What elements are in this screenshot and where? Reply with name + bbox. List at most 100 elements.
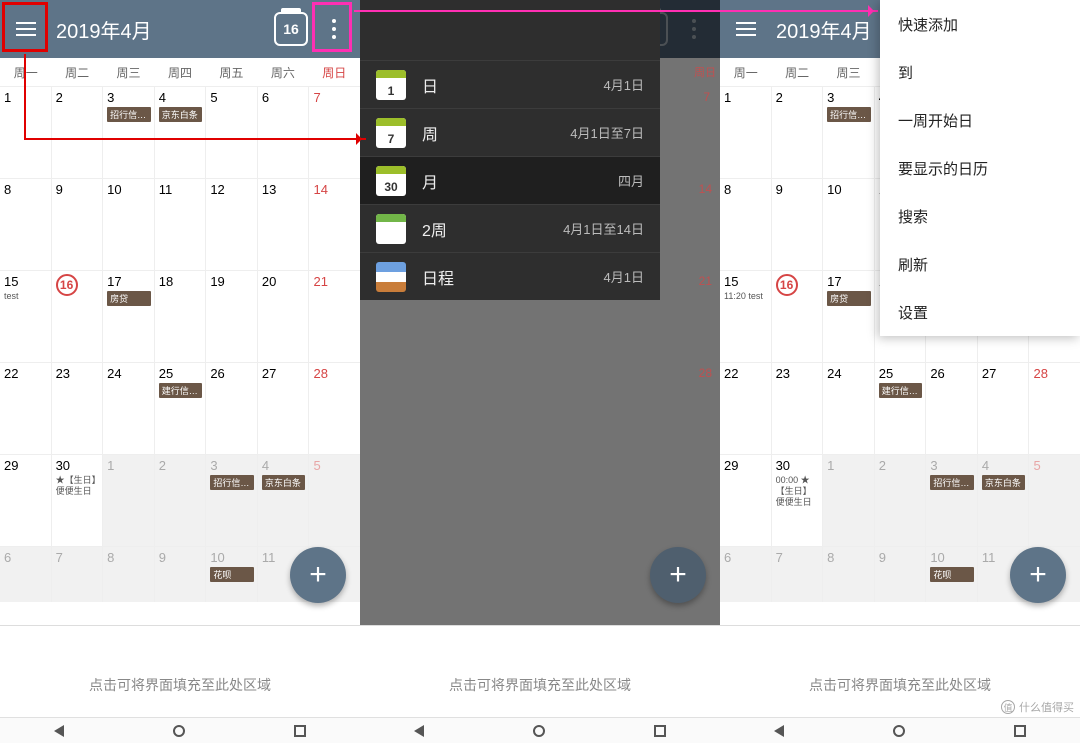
drawer-item-week[interactable]: 7 周 4月1日至7日 (360, 108, 660, 156)
day-cell[interactable]: 24 (823, 362, 875, 454)
day-cell[interactable]: 4京东白条 (978, 454, 1030, 546)
drawer-item-twoweek[interactable]: 2周 4月1日至14日 (360, 204, 660, 252)
nav-home-icon[interactable] (173, 725, 185, 737)
nav-recent-icon[interactable] (294, 725, 306, 737)
nav-home-icon[interactable] (533, 725, 545, 737)
drawer-item-day[interactable]: 1 日 4月1日 (360, 60, 660, 108)
fab-add-button[interactable]: + (290, 547, 346, 603)
day-cell[interactable]: 17房贷 (823, 270, 875, 362)
nav-home-icon[interactable] (893, 725, 905, 737)
event-chip[interactable]: 招行信用卡 (827, 107, 871, 122)
day-cell[interactable]: 18 (155, 270, 207, 362)
day-cell[interactable]: 3招行信用卡 (926, 454, 978, 546)
day-cell[interactable]: 4京东白条 (258, 454, 310, 546)
day-cell[interactable]: 3招行信用卡 (206, 454, 258, 546)
day-cell[interactable]: 10花呗 (206, 546, 258, 602)
nav-back-icon[interactable] (774, 725, 784, 737)
day-cell[interactable]: 1 (103, 454, 155, 546)
day-cell-today[interactable]: 16 (52, 270, 104, 362)
event-chip[interactable]: 招行信用卡 (210, 475, 254, 490)
day-cell[interactable]: 20 (258, 270, 310, 362)
day-cell[interactable]: 29 (0, 454, 52, 546)
day-cell[interactable]: 3招行信用卡 (103, 86, 155, 178)
day-cell[interactable]: 6 (720, 546, 772, 602)
day-cell[interactable]: 7 (772, 546, 824, 602)
day-cell[interactable]: 25建行信用卡 (875, 362, 927, 454)
drawer-item-month[interactable]: 30 月 四月 (360, 156, 660, 204)
day-cell[interactable]: 6 (258, 86, 310, 178)
day-cell[interactable]: 8 (720, 178, 772, 270)
nav-recent-icon[interactable] (654, 725, 666, 737)
day-cell[interactable]: 4京东白条 (155, 86, 207, 178)
day-cell[interactable]: 28 (309, 362, 360, 454)
day-cell[interactable]: 28 (1029, 362, 1080, 454)
popup-item-calendars[interactable]: 要显示的日历 (880, 144, 1080, 192)
day-cell[interactable]: 24 (103, 362, 155, 454)
day-cell[interactable]: 5 (206, 86, 258, 178)
day-cell[interactable]: 26 (206, 362, 258, 454)
day-cell[interactable]: 6 (0, 546, 52, 602)
day-cell[interactable]: 21 (309, 270, 360, 362)
event-text[interactable]: ★【生日】便便生日 (56, 475, 100, 497)
event-chip[interactable]: 花呗 (210, 567, 254, 582)
day-cell[interactable]: 8 (823, 546, 875, 602)
day-cell[interactable]: 2 (52, 86, 104, 178)
day-cell[interactable]: 5 (309, 454, 360, 546)
event-chip[interactable]: 招行信用卡 (930, 475, 974, 490)
day-cell[interactable]: 3招行信用卡 (823, 86, 875, 178)
day-cell[interactable]: 3000:00 ★ 【生日】便便生日 (772, 454, 824, 546)
day-cell[interactable]: 14 (309, 178, 360, 270)
event-chip[interactable]: 房贷 (827, 291, 871, 306)
nav-back-icon[interactable] (414, 725, 424, 737)
popup-item-search[interactable]: 搜索 (880, 192, 1080, 240)
event-chip[interactable]: 花呗 (930, 567, 974, 582)
day-cell[interactable]: 7 (309, 86, 360, 178)
overflow-menu-button[interactable] (314, 9, 354, 49)
event-text[interactable]: test (4, 291, 48, 302)
day-cell[interactable]: 7 (52, 546, 104, 602)
event-text[interactable]: 11:20 test (724, 291, 768, 302)
day-cell[interactable]: 1 (720, 86, 772, 178)
fab-add-button[interactable]: + (1010, 547, 1066, 603)
day-cell[interactable]: 10 (823, 178, 875, 270)
hamburger-menu-button[interactable] (726, 9, 766, 49)
day-cell[interactable]: 10花呗 (926, 546, 978, 602)
popup-item-refresh[interactable]: 刷新 (880, 240, 1080, 288)
event-chip[interactable]: 建行信用卡 (879, 383, 923, 398)
day-cell[interactable]: 8 (0, 178, 52, 270)
day-cell[interactable]: 12 (206, 178, 258, 270)
day-cell[interactable]: 25建行信用卡 (155, 362, 207, 454)
day-cell[interactable]: 9 (772, 178, 824, 270)
day-cell-today[interactable]: 16 (772, 270, 824, 362)
event-chip[interactable]: 京东白条 (982, 475, 1026, 490)
day-cell[interactable]: 5 (1029, 454, 1080, 546)
event-chip[interactable]: 京东白条 (159, 107, 203, 122)
popup-item-goto[interactable]: 到 (880, 48, 1080, 96)
day-cell[interactable]: 15test (0, 270, 52, 362)
day-cell[interactable]: 27 (258, 362, 310, 454)
nav-recent-icon[interactable] (1014, 725, 1026, 737)
day-cell[interactable]: 10 (103, 178, 155, 270)
day-cell[interactable]: 22 (720, 362, 772, 454)
day-cell[interactable]: 9 (875, 546, 927, 602)
today-button[interactable]: 16 (274, 12, 308, 46)
hamburger-menu-button[interactable] (6, 9, 46, 49)
day-cell[interactable]: 27 (978, 362, 1030, 454)
day-cell[interactable]: 9 (52, 178, 104, 270)
day-cell[interactable]: 23 (52, 362, 104, 454)
day-cell[interactable]: 9 (155, 546, 207, 602)
day-cell[interactable]: 23 (772, 362, 824, 454)
drawer-item-agenda[interactable]: 日程 4月1日 (360, 252, 660, 300)
day-cell[interactable]: 22 (0, 362, 52, 454)
event-chip[interactable]: 京东白条 (262, 475, 306, 490)
day-cell[interactable]: 26 (926, 362, 978, 454)
popup-item-settings[interactable]: 设置 (880, 288, 1080, 336)
day-cell[interactable]: 19 (206, 270, 258, 362)
event-chip[interactable]: 招行信用卡 (107, 107, 151, 122)
day-cell[interactable]: 1511:20 test (720, 270, 772, 362)
day-cell[interactable]: 2 (875, 454, 927, 546)
event-text[interactable]: 00:00 ★ 【生日】便便生日 (776, 475, 820, 507)
event-chip[interactable]: 房贷 (107, 291, 151, 306)
day-cell[interactable]: 13 (258, 178, 310, 270)
day-cell[interactable]: 2 (155, 454, 207, 546)
